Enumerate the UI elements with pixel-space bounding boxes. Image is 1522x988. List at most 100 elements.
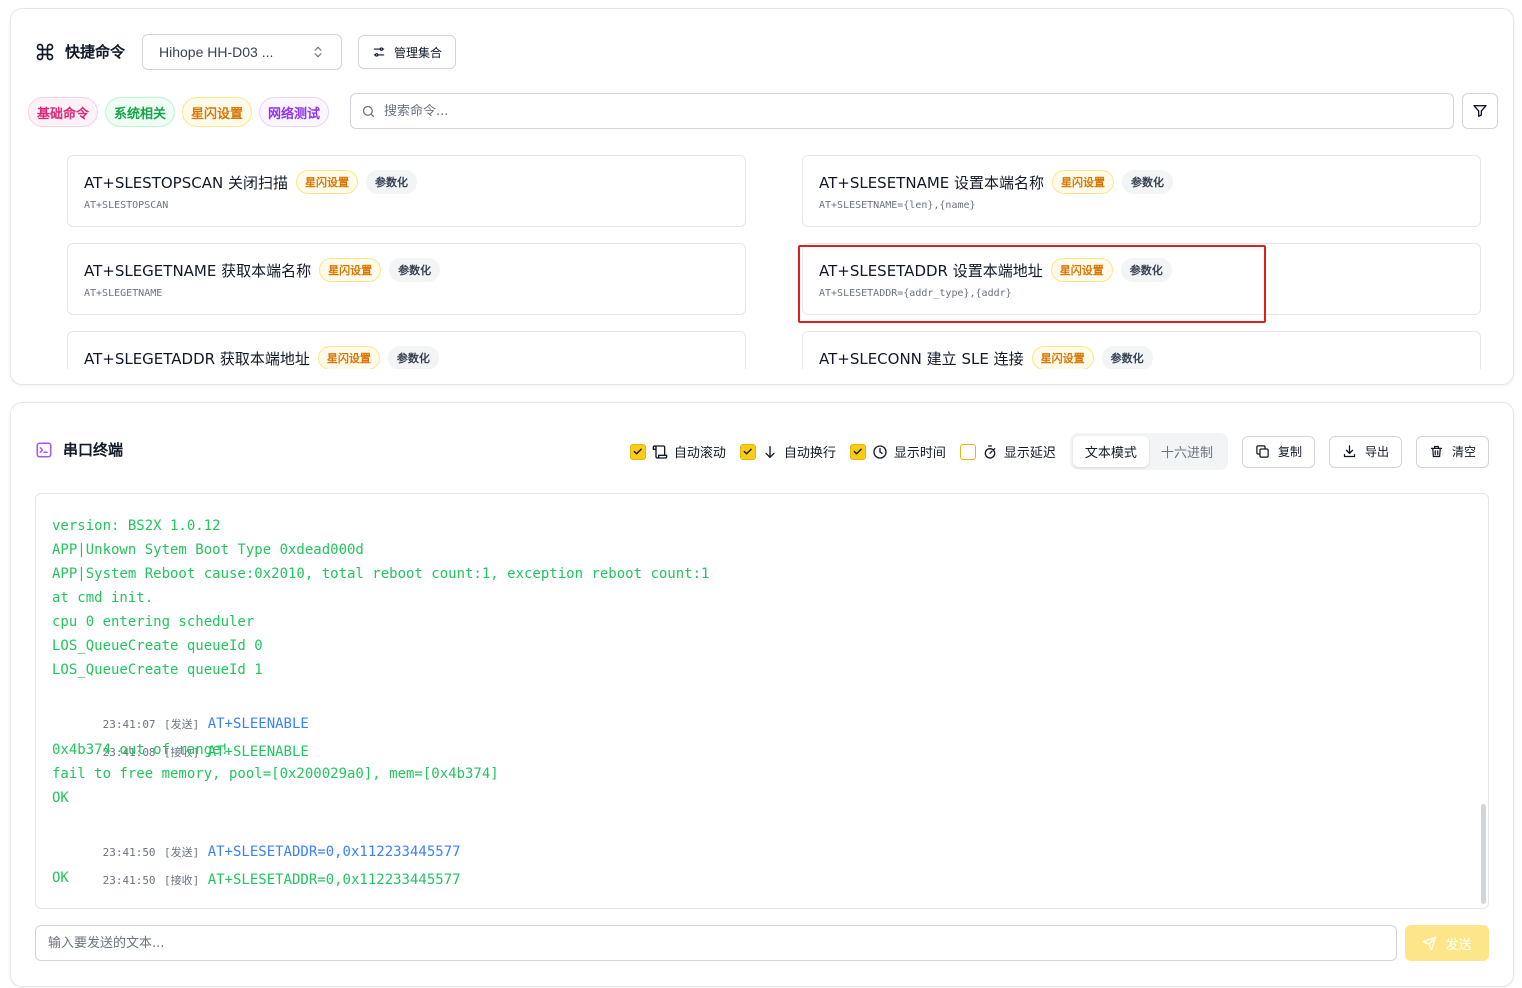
log-line-sent: 23:41:07 [发送] AT+SLEENABLE: [52, 682, 1472, 732]
command-card[interactable]: AT+SLESETNAME 设置本端名称 星闪设置 参数化 AT+SLESETN…: [802, 155, 1481, 227]
terminal-header: 串口终端: [35, 439, 123, 460]
search-input[interactable]: [384, 103, 1443, 119]
command-card-syntax: AT+SLESTOPSCAN: [84, 200, 169, 211]
log-direction: [发送]: [164, 846, 200, 859]
command-card-tag: 星闪设置: [1052, 170, 1115, 194]
command-card-badge: 参数化: [387, 346, 439, 369]
command-card-syntax: AT+SLESETADDR={addr_type},{addr}: [819, 288, 1012, 299]
scrollbar-thumb[interactable]: [1481, 804, 1486, 904]
terminal-output[interactable]: version: BS2X 1.0.12 APP|Unkown Sytem Bo…: [35, 493, 1489, 909]
command-card-title: AT+SLECONN 建立 SLE 连接: [819, 349, 1024, 368]
log-message: AT+SLESETADDR=0,0x112233445577: [207, 872, 461, 888]
command-card-tag: 星闪设置: [317, 346, 380, 369]
copy-label: 复制: [1277, 445, 1302, 459]
command-card-syntax: AT+SLEGETNAME: [84, 288, 163, 299]
command-card[interactable]: AT+SLESTOPSCAN 关闭扫描 星闪设置 参数化 AT+SLESTOPS…: [67, 155, 746, 227]
command-search: [350, 93, 1454, 129]
log-message: AT+SLEENABLE: [207, 716, 309, 732]
chip-sparklink-settings[interactable]: 星闪设置: [182, 97, 253, 127]
manage-sets-button[interactable]: 管理集合: [358, 35, 456, 69]
checkbox-checked-icon[interactable]: [629, 443, 646, 460]
command-set-select[interactable]: Hihope HH-D03 ...: [142, 34, 342, 70]
command-card-badge: 参数化: [1120, 258, 1172, 282]
checkbox-checked-icon[interactable]: [849, 443, 866, 460]
send-icon: [1423, 936, 1437, 950]
command-card[interactable]: AT+SLEGETADDR 获取本端地址 星闪设置 参数化: [67, 331, 746, 369]
command-card-tag: 星闪设置: [295, 170, 358, 194]
trash-icon: [1430, 445, 1443, 458]
terminal-icon: [36, 442, 52, 457]
chip-network-test[interactable]: 网络测试: [259, 97, 330, 127]
option-label: 自动换行: [783, 446, 836, 461]
log-timestamp: 23:41:50: [102, 874, 156, 887]
terminal-title: 串口终端: [63, 441, 124, 459]
command-card-title: AT+SLEGETADDR 获取本端地址: [84, 349, 310, 368]
command-card-badge: 参数化: [1101, 346, 1153, 369]
command-card-syntax: AT+SLESETNAME={len},{name}: [819, 200, 976, 211]
timer-icon: [984, 444, 996, 459]
log-line: APP|Unkown Sytem Boot Type 0xdead000d: [52, 542, 364, 558]
command-card[interactable]: AT+SLESETADDR 设置本端地址 星闪设置 参数化 AT+SLESETA…: [802, 243, 1481, 315]
command-set-value: Hihope HH-D03 ...: [159, 44, 274, 60]
send-text-input[interactable]: [35, 925, 1397, 961]
command-cards-list: AT+SLESTOPSCAN 关闭扫描 星闪设置 参数化 AT+SLESTOPS…: [67, 155, 1481, 369]
log-line-sent: 23:41:50 [发送] AT+SLESETADDR=0,0x11223344…: [52, 810, 1472, 860]
chevrons-up-down-icon: [314, 46, 322, 58]
command-card-badge: 参数化: [365, 170, 417, 194]
command-card-badge: 参数化: [1122, 170, 1174, 194]
chip-basic-commands[interactable]: 基础命令: [28, 97, 99, 127]
chip-system[interactable]: 系统相关: [105, 97, 176, 127]
scroll-icon: [652, 444, 668, 459]
terminal-toolbar: 自动滚动 自动换行 显示时间 显示延迟 文本模式 十六进制 复制 导出 清空: [629, 433, 1489, 470]
serial-terminal-panel: 串口终端 自动滚动 自动换行 显示时间 显示延迟 文本模式 十六进制 复制 导出…: [10, 402, 1514, 987]
log-line: OK: [52, 790, 69, 806]
category-chips: 基础命令 系统相关 星闪设置 网络测试: [28, 97, 330, 127]
manage-sets-label: 管理集合: [393, 45, 442, 60]
option-show-latency[interactable]: 显示延迟: [959, 442, 1056, 461]
clear-button[interactable]: 清空: [1415, 435, 1489, 468]
command-card-title: AT+SLESETNAME 设置本端名称: [819, 173, 1045, 192]
command-icon: [36, 43, 54, 60]
option-auto-wrap[interactable]: 自动换行: [739, 442, 836, 461]
checkbox-checked-icon[interactable]: [739, 443, 756, 460]
mode-text-tab[interactable]: 文本模式: [1072, 436, 1149, 467]
command-card-tag: 星闪设置: [1050, 258, 1113, 282]
quick-commands-title: 快捷命令: [65, 43, 126, 61]
log-line: LOS_QueueCreate queueId 1: [52, 662, 263, 678]
export-label: 导出: [1364, 445, 1389, 459]
command-card-title: AT+SLESETADDR 设置本端地址: [819, 261, 1043, 280]
settings-sliders-icon: [373, 47, 385, 57]
command-card-tag: 星闪设置: [319, 258, 382, 282]
log-message: AT+SLESETADDR=0,0x112233445577: [207, 844, 461, 860]
send-button[interactable]: 发送: [1405, 925, 1489, 961]
quick-commands-panel: 快捷命令 Hihope HH-D03 ... 管理集合 基础命令 系统相关 星闪…: [10, 8, 1514, 385]
clock-icon: [873, 444, 887, 459]
command-card[interactable]: AT+SLECONN 建立 SLE 连接 星闪设置 参数化: [802, 331, 1481, 369]
log-line: cpu 0 entering scheduler: [52, 614, 255, 630]
copy-button[interactable]: 复制: [1241, 435, 1315, 468]
option-label: 显示延迟: [1003, 446, 1056, 461]
checkbox-unchecked-icon[interactable]: [959, 443, 976, 460]
filter-icon: [1473, 105, 1487, 117]
log-direction: [接收]: [164, 874, 200, 887]
option-auto-scroll[interactable]: 自动滚动: [629, 442, 726, 461]
export-button[interactable]: 导出: [1328, 435, 1402, 468]
command-card[interactable]: AT+SLEGETNAME 获取本端名称 星闪设置 参数化 AT+SLEGETN…: [67, 243, 746, 315]
option-label: 自动滚动: [673, 446, 726, 461]
quick-commands-header: 快捷命令: [35, 41, 125, 62]
search-icon: [362, 105, 375, 117]
arrow-down-icon: [765, 445, 775, 458]
log-line: APP|System Reboot cause:0x2010, total re…: [52, 566, 710, 582]
log-line: fail to free memory, pool=[0x200029a0], …: [52, 766, 499, 782]
display-mode-toggle: 文本模式 十六进制: [1069, 433, 1228, 470]
command-card-title: AT+SLESTOPSCAN 关闭扫描: [84, 173, 288, 192]
log-line: version: BS2X 1.0.12: [52, 518, 221, 534]
log-timestamp: 23:41:50: [102, 846, 156, 859]
clear-label: 清空: [1451, 445, 1476, 459]
log-direction: [发送]: [164, 718, 200, 731]
filter-button[interactable]: [1462, 93, 1498, 129]
option-show-time[interactable]: 显示时间: [849, 442, 946, 461]
command-card-title: AT+SLEGETNAME 获取本端名称: [84, 261, 312, 280]
option-label: 显示时间: [893, 446, 946, 461]
mode-hex-tab[interactable]: 十六进制: [1149, 436, 1225, 467]
